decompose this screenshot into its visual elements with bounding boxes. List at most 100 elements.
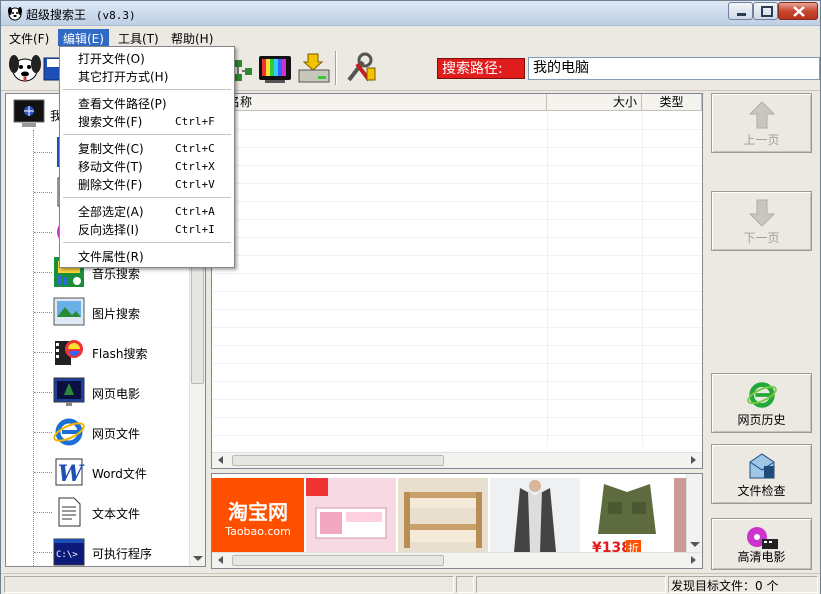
menu-move-file[interactable]: 移动文件(T) Ctrl+X bbox=[60, 158, 234, 176]
ad-hscrollbar[interactable] bbox=[212, 552, 702, 568]
tree-tool-icon[interactable] bbox=[233, 50, 255, 86]
tree-label-exe: 可执行程序 bbox=[92, 547, 153, 561]
maximize-button[interactable] bbox=[753, 2, 778, 20]
vest-ad-image[interactable] bbox=[490, 478, 580, 552]
ie-icon bbox=[53, 418, 85, 446]
hd-movie-label: 高清电影 bbox=[737, 550, 786, 564]
scroll-right-arrow-icon[interactable] bbox=[691, 456, 696, 464]
next-page-button[interactable]: 下一页 bbox=[711, 191, 812, 251]
svg-text:W: W bbox=[58, 461, 85, 487]
prev-page-label: 上一页 bbox=[743, 133, 780, 147]
tools-icon[interactable] bbox=[343, 50, 379, 86]
title-version: (v8.3) bbox=[95, 9, 136, 22]
status-cell-small bbox=[456, 576, 474, 593]
web-movie-icon bbox=[53, 377, 85, 406]
prev-page-button[interactable]: 上一页 bbox=[711, 93, 812, 153]
menu-separator bbox=[63, 197, 231, 198]
list-col-divider bbox=[547, 112, 548, 446]
next-page-label: 下一页 bbox=[743, 231, 780, 245]
ad-scroll-down-icon[interactable] bbox=[690, 542, 700, 547]
search-path-input[interactable]: 我的电脑 bbox=[528, 57, 820, 80]
status-cell-mid bbox=[476, 576, 666, 593]
menu-delete-file[interactable]: 删除文件(F) Ctrl+V bbox=[60, 176, 234, 194]
minimize-icon bbox=[737, 13, 746, 16]
tree-label-picture: 图片搜索 bbox=[92, 307, 141, 321]
scroll-down-arrow-icon[interactable] bbox=[193, 556, 203, 561]
menu-open-file[interactable]: 打开文件(O) bbox=[60, 50, 234, 68]
menu-separator bbox=[63, 89, 231, 90]
drive-export-icon[interactable] bbox=[296, 50, 332, 86]
web-history-button[interactable]: 网页历史 bbox=[711, 373, 812, 433]
file-check-label: 文件检查 bbox=[737, 484, 786, 498]
found-count-text: 发现目标文件：0 个 bbox=[671, 579, 779, 593]
tree-label-word: Word文件 bbox=[92, 467, 147, 481]
close-button[interactable] bbox=[778, 2, 818, 20]
maximize-icon bbox=[761, 6, 773, 17]
arrow-down-icon bbox=[748, 199, 776, 227]
close-icon bbox=[793, 6, 805, 17]
svg-text:C:\>: C:\> bbox=[56, 550, 78, 560]
menu-separator bbox=[63, 134, 231, 135]
ad-image-partial[interactable] bbox=[674, 478, 686, 552]
minimize-button[interactable] bbox=[728, 2, 753, 20]
ad-hscroll-thumb[interactable] bbox=[232, 555, 444, 566]
ad-vscrollbar[interactable] bbox=[686, 474, 702, 552]
list-hscroll-thumb[interactable] bbox=[232, 455, 444, 466]
taobao-logo-text: 淘宝网 bbox=[228, 500, 288, 524]
file-list[interactable]: 件名称 大小 类型 bbox=[211, 93, 703, 469]
menu-select-all[interactable]: 全部选定(A) Ctrl+A bbox=[60, 203, 234, 221]
window-title: 超级搜索王 (v8.3) bbox=[26, 6, 136, 23]
menu-help[interactable]: 帮助(H) bbox=[166, 29, 218, 46]
ie-history-icon bbox=[747, 382, 777, 408]
app-window: 超级搜索王 (v8.3) 文件(F) 编辑(E) 工具(T) 帮助(H) 搜索路… bbox=[0, 0, 821, 594]
bunk-bed-ad-image[interactable] bbox=[398, 478, 488, 552]
status-cell-main bbox=[4, 576, 454, 593]
menu-copy-file[interactable]: 复制文件(C) Ctrl+C bbox=[60, 140, 234, 158]
tree-label-text: 文本文件 bbox=[92, 507, 141, 521]
menu-edit[interactable]: 编辑(E) bbox=[58, 29, 109, 46]
col-header-name[interactable]: 件名称 bbox=[212, 94, 547, 111]
taobao-url: Taobao.com bbox=[225, 525, 291, 538]
scroll-left-arrow-icon[interactable] bbox=[218, 456, 223, 464]
ad-banner[interactable]: 淘宝网 Taobao.com ¥138 折 bbox=[211, 473, 703, 569]
status-bar: 发现目标文件：0 个 bbox=[1, 573, 820, 594]
file-check-button[interactable]: 文件检查 bbox=[711, 444, 812, 504]
list-col-divider bbox=[642, 112, 643, 446]
tree-label-flash: Flash搜索 bbox=[92, 347, 148, 361]
col-header-type[interactable]: 类型 bbox=[642, 94, 702, 111]
toolbar-separator bbox=[335, 51, 337, 85]
my-computer-icon bbox=[13, 99, 45, 127]
list-header: 件名称 大小 类型 bbox=[212, 94, 702, 111]
text-file-icon bbox=[58, 497, 81, 527]
web-history-label: 网页历史 bbox=[737, 413, 786, 427]
word-icon: W bbox=[55, 458, 85, 487]
picture-icon bbox=[53, 297, 85, 326]
tv-color-icon[interactable] bbox=[257, 50, 293, 86]
ad-scroll-right-icon[interactable] bbox=[691, 556, 696, 564]
furniture-ad-image[interactable] bbox=[306, 478, 396, 552]
dog-search-icon[interactable] bbox=[7, 50, 43, 86]
search-path-label: 搜索路径: bbox=[437, 58, 525, 79]
menu-properties[interactable]: 文件属性(R) bbox=[60, 248, 234, 266]
menu-invert-select[interactable]: 反向选择(I) Ctrl+I bbox=[60, 221, 234, 239]
tree-label-web-movie: 网页电影 bbox=[92, 387, 141, 401]
menu-file[interactable]: 文件(F) bbox=[4, 29, 54, 46]
exe-icon: C:\> bbox=[53, 538, 85, 566]
edit-dropdown-menu: 打开文件(O) 其它打开方式(H) 查看文件路径(P) 搜索文件(F) Ctrl+… bbox=[59, 46, 235, 268]
ad-scroll-left-icon[interactable] bbox=[218, 556, 223, 564]
taobao-ad[interactable]: 淘宝网 Taobao.com bbox=[212, 478, 304, 552]
file-check-icon bbox=[749, 453, 775, 479]
arrow-up-icon bbox=[748, 101, 776, 129]
menu-search-file[interactable]: 搜索文件(F) Ctrl+F bbox=[60, 113, 234, 131]
hd-movie-button[interactable]: 高清电影 bbox=[711, 518, 812, 570]
menu-view-path[interactable]: 查看文件路径(P) bbox=[60, 95, 234, 113]
menu-open-with[interactable]: 其它打开方式(H) bbox=[60, 68, 234, 86]
flash-icon bbox=[55, 340, 83, 365]
tree-label-web-file: 网页文件 bbox=[92, 427, 141, 441]
menu-tools[interactable]: 工具(T) bbox=[113, 29, 164, 46]
list-hscrollbar[interactable] bbox=[212, 452, 702, 468]
title-bar: 超级搜索王 (v8.3) bbox=[1, 1, 820, 26]
list-rows bbox=[212, 112, 702, 446]
col-header-size[interactable]: 大小 bbox=[547, 94, 642, 111]
dog-app-icon bbox=[8, 7, 22, 21]
